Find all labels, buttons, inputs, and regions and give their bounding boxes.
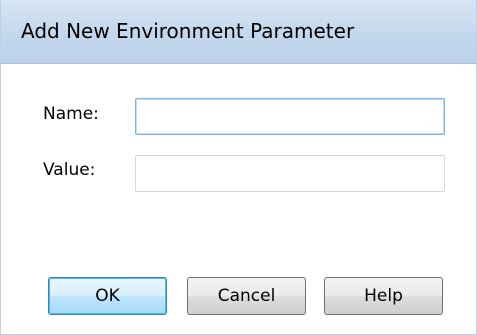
dialog-title: Add New Environment Parameter [21, 19, 355, 43]
cancel-button[interactable]: Cancel [187, 277, 306, 315]
name-input[interactable] [135, 98, 445, 135]
value-label: Value: [43, 160, 96, 180]
name-label: Name: [43, 104, 99, 124]
ok-button[interactable]: OK [48, 277, 167, 315]
dialog-title-bar[interactable]: Add New Environment Parameter [1, 0, 476, 64]
value-input[interactable] [135, 155, 445, 192]
add-environment-parameter-dialog: Add New Environment Parameter Name: Valu… [0, 0, 477, 335]
help-button[interactable]: Help [324, 277, 443, 315]
